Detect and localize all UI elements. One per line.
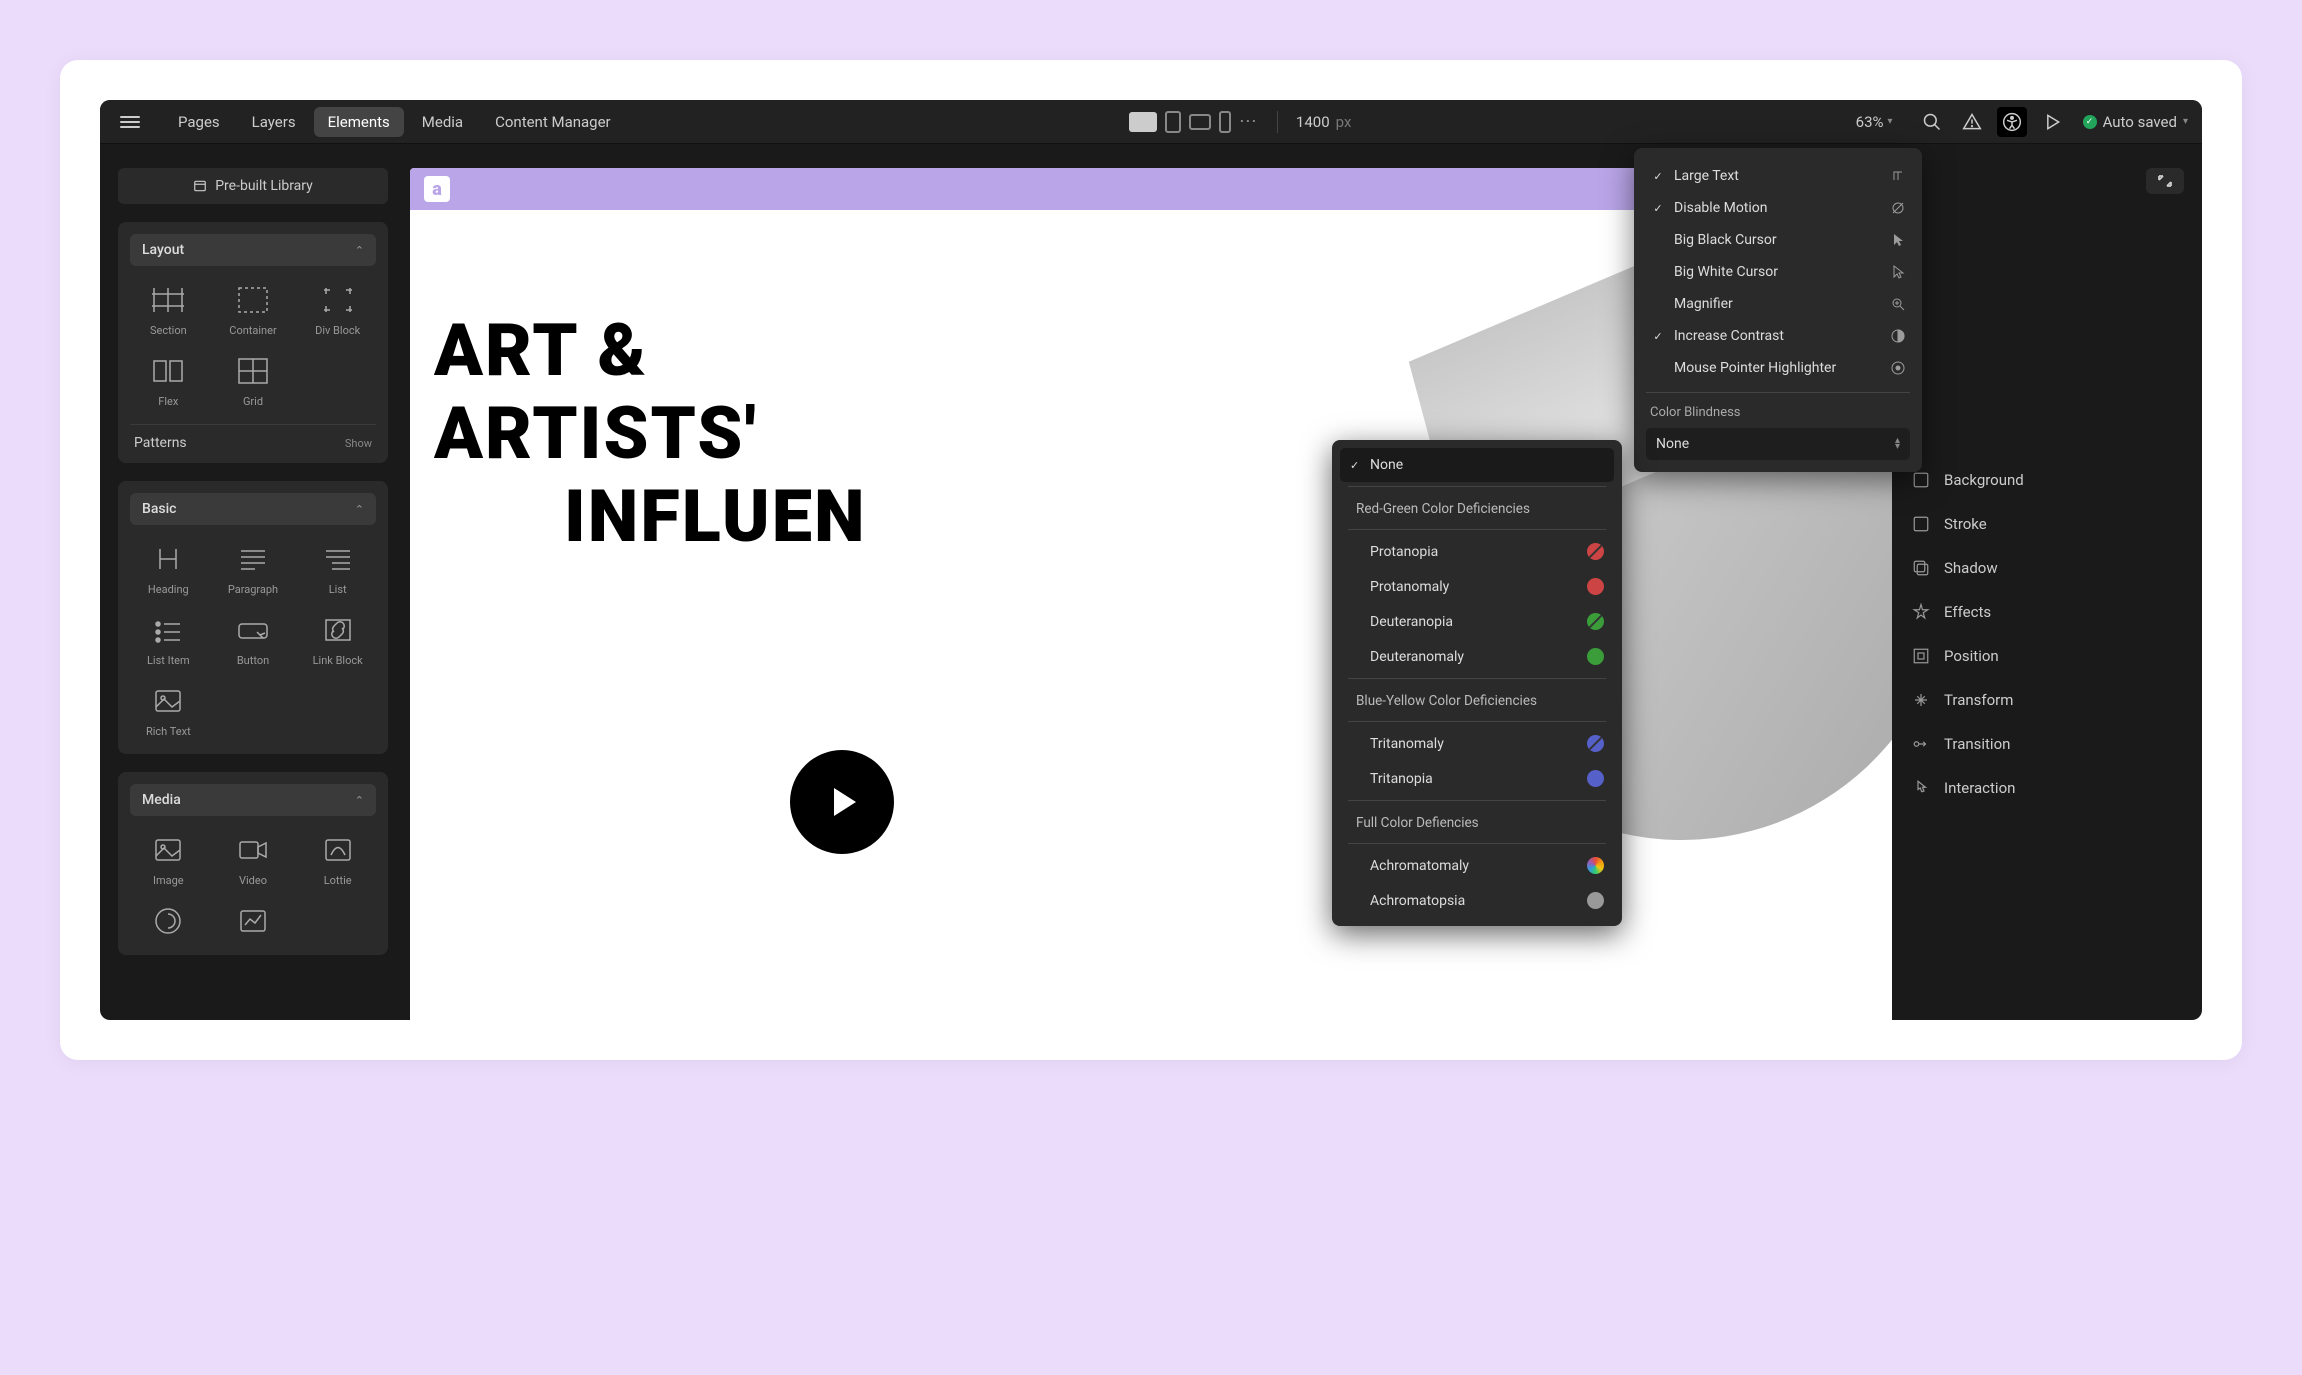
prop-shadow[interactable]: Shadow [1904,546,2184,590]
prebuilt-library-button[interactable]: Pre-built Library [118,168,388,204]
top-bar: Pages Layers Elements Media Content Mana… [100,100,2202,144]
cb-protanomaly[interactable]: Protanomaly [1340,569,1614,604]
top-tabs: Pages Layers Elements Media Content Mana… [164,107,625,137]
chevron-up-icon: ⌃ [355,244,364,257]
tab-elements[interactable]: Elements [314,107,404,137]
save-status[interactable]: ✓ Auto saved ▾ [2083,113,2188,131]
element-paragraph[interactable]: Paragraph [215,537,292,600]
tab-pages[interactable]: Pages [164,107,234,137]
prop-transform[interactable]: Transform [1904,678,2184,722]
device-switcher: ⋯ 1400 px [1129,111,1352,133]
cb-full-heading: Full Color Defiencies [1340,805,1614,839]
cb-none[interactable]: ✓None [1340,448,1614,482]
hero-heading[interactable]: ART & ARTISTS' INFLUEN [434,310,867,558]
device-more-icon[interactable]: ⋯ [1239,111,1259,132]
tab-media[interactable]: Media [408,107,477,137]
cb-deuteranomaly[interactable]: Deuteranomaly [1340,639,1614,674]
device-phone[interactable] [1219,111,1231,133]
device-tablet-landscape[interactable] [1189,114,1211,130]
chevron-up-icon: ⌃ [355,503,364,516]
play-button[interactable] [790,750,894,854]
chevron-down-icon: ▾ [2183,116,2188,127]
right-panel: Background Stroke Shadow Effects Positio… [1904,168,2184,810]
acc-mouse-highlighter[interactable]: Mouse Pointer Highlighter [1646,352,1910,384]
cb-by-heading: Blue-Yellow Color Deficiencies [1340,683,1614,717]
warning-icon[interactable] [1957,107,1987,137]
color-blindness-heading: Color Blindness [1646,401,1910,428]
chevron-up-icon: ⌃ [355,794,364,807]
acc-increase-contrast[interactable]: ✓Increase Contrast [1646,320,1910,352]
cb-protanopia[interactable]: Protanopia [1340,534,1614,569]
element-div-block[interactable]: Div Block [299,278,376,341]
layout-section: Layout⌃ Section Container Div Block Flex… [118,222,388,463]
element-container[interactable]: Container [215,278,292,341]
prop-transition[interactable]: Transition [1904,722,2184,766]
element-video[interactable]: Video [215,828,292,891]
zoom-value: 63% [1856,113,1884,131]
updown-icon: ▴▾ [1895,438,1900,450]
element-list-item[interactable]: List Item [130,608,207,671]
chevron-down-icon: ▾ [1888,116,1893,127]
patterns-show-button[interactable]: Show [345,437,372,450]
site-logo[interactable]: a [424,176,450,202]
element-flex[interactable]: Flex [130,349,207,412]
menu-icon[interactable] [114,110,146,134]
check-icon: ✓ [2083,115,2097,129]
canvas-unit: px [1336,113,1352,131]
element-rich-text[interactable]: Rich Text [130,679,207,742]
element-lottie[interactable]: Lottie [299,828,376,891]
element-chart-item[interactable] [215,899,292,943]
prop-position[interactable]: Position [1904,634,2184,678]
cb-rg-heading: Red-Green Color Deficiencies [1340,491,1614,525]
element-icon-item[interactable] [130,899,207,943]
acc-magnifier[interactable]: Magnifier [1646,288,1910,320]
acc-big-white-cursor[interactable]: Big White Cursor [1646,256,1910,288]
save-label: Auto saved [2103,113,2177,131]
media-header[interactable]: Media⌃ [130,784,376,816]
element-grid[interactable]: Grid [215,349,292,412]
element-button[interactable]: Button [215,608,292,671]
patterns-label: Patterns [134,435,187,451]
basic-header[interactable]: Basic⌃ [130,493,376,525]
device-tablet-portrait[interactable] [1165,111,1181,133]
zoom-control[interactable]: 63% ▾ [1856,113,1893,131]
play-icon[interactable] [2037,107,2067,137]
cb-achromatopsia[interactable]: Achromatopsia [1340,883,1614,918]
layout-header[interactable]: Layout⌃ [130,234,376,266]
media-section: Media⌃ Image Video Lottie [118,772,388,955]
acc-large-text[interactable]: ✓Large Text [1646,160,1910,192]
prop-effects[interactable]: Effects [1904,590,2184,634]
left-panel: Pre-built Library Layout⌃ Section Contai… [118,168,388,955]
cb-deuteranopia[interactable]: Deuteranopia [1340,604,1614,639]
element-heading[interactable]: Heading [130,537,207,600]
acc-disable-motion[interactable]: ✓Disable Motion [1646,192,1910,224]
expand-icon[interactable] [2146,168,2184,194]
element-image[interactable]: Image [130,828,207,891]
basic-section: Basic⌃ Heading Paragraph List List Item … [118,481,388,754]
acc-big-black-cursor[interactable]: Big Black Cursor [1646,224,1910,256]
accessibility-menu: ✓Large Text ✓Disable Motion Big Black Cu… [1634,148,1922,472]
cb-achromatomaly[interactable]: Achromatomaly [1340,848,1614,883]
cb-tritanopia[interactable]: Tritanopia [1340,761,1614,796]
patterns-row: Patterns Show [130,424,376,451]
tab-layers[interactable]: Layers [238,107,310,137]
device-desktop[interactable] [1129,112,1157,132]
canvas-size: 1400 px [1296,113,1352,131]
accessibility-icon[interactable] [1997,107,2027,137]
element-section[interactable]: Section [130,278,207,341]
prop-stroke[interactable]: Stroke [1904,502,2184,546]
search-icon[interactable] [1917,107,1947,137]
prop-interaction[interactable]: Interaction [1904,766,2184,810]
canvas-width: 1400 [1296,113,1330,131]
tab-content-manager[interactable]: Content Manager [481,107,625,137]
color-blindness-select[interactable]: None ▴▾ [1646,428,1910,460]
prop-background[interactable]: Background [1904,458,2184,502]
color-blindness-menu: ✓None Red-Green Color Deficiencies Prota… [1332,440,1622,926]
element-link-block[interactable]: Link Block [299,608,376,671]
cb-tritanomaly[interactable]: Tritanomaly [1340,726,1614,761]
element-list[interactable]: List [299,537,376,600]
